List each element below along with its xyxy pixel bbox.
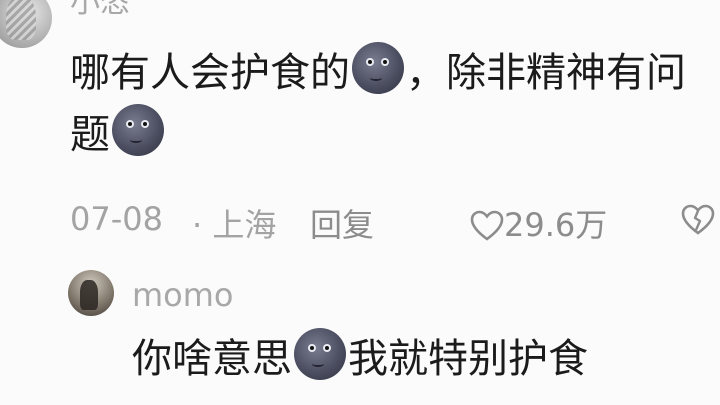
- reply-button[interactable]: 回复: [310, 200, 374, 246]
- avatar[interactable]: [0, 0, 52, 48]
- username[interactable]: momo: [132, 276, 234, 314]
- comment-date: 07-08: [70, 200, 163, 238]
- emoji-face-icon: [352, 42, 404, 94]
- avatar[interactable]: [68, 270, 114, 316]
- comment-meta: 07-08 · 上海 回复 29.6万: [70, 200, 720, 244]
- reply-item: momo 你啥意思 我就特别护食: [0, 262, 720, 405]
- dislike-icon: [681, 204, 715, 235]
- reply-text-part: 你啥意思: [132, 336, 292, 382]
- comment-text-part: 哪有人会护食的: [70, 50, 350, 96]
- heart-icon: [470, 210, 504, 241]
- reply-text-part: 我就特别护食: [348, 336, 588, 382]
- emoji-face-icon: [112, 104, 164, 156]
- comment-item: 小恣 哪有人会护食的 ，除非精神有问题 07-08 · 上海 回复 29.6万: [0, 0, 720, 260]
- like-count: 29.6万: [504, 206, 608, 244]
- comment-text: 哪有人会护食的 ，除非精神有问题: [70, 42, 710, 166]
- reply-text: 你啥意思 我就特别护食: [132, 328, 588, 388]
- comment-location: · 上海: [192, 206, 277, 244]
- like-button[interactable]: 29.6万: [470, 200, 607, 246]
- emoji-face-icon: [294, 328, 346, 380]
- dislike-button[interactable]: [680, 200, 716, 238]
- username[interactable]: 小恣: [70, 0, 130, 20]
